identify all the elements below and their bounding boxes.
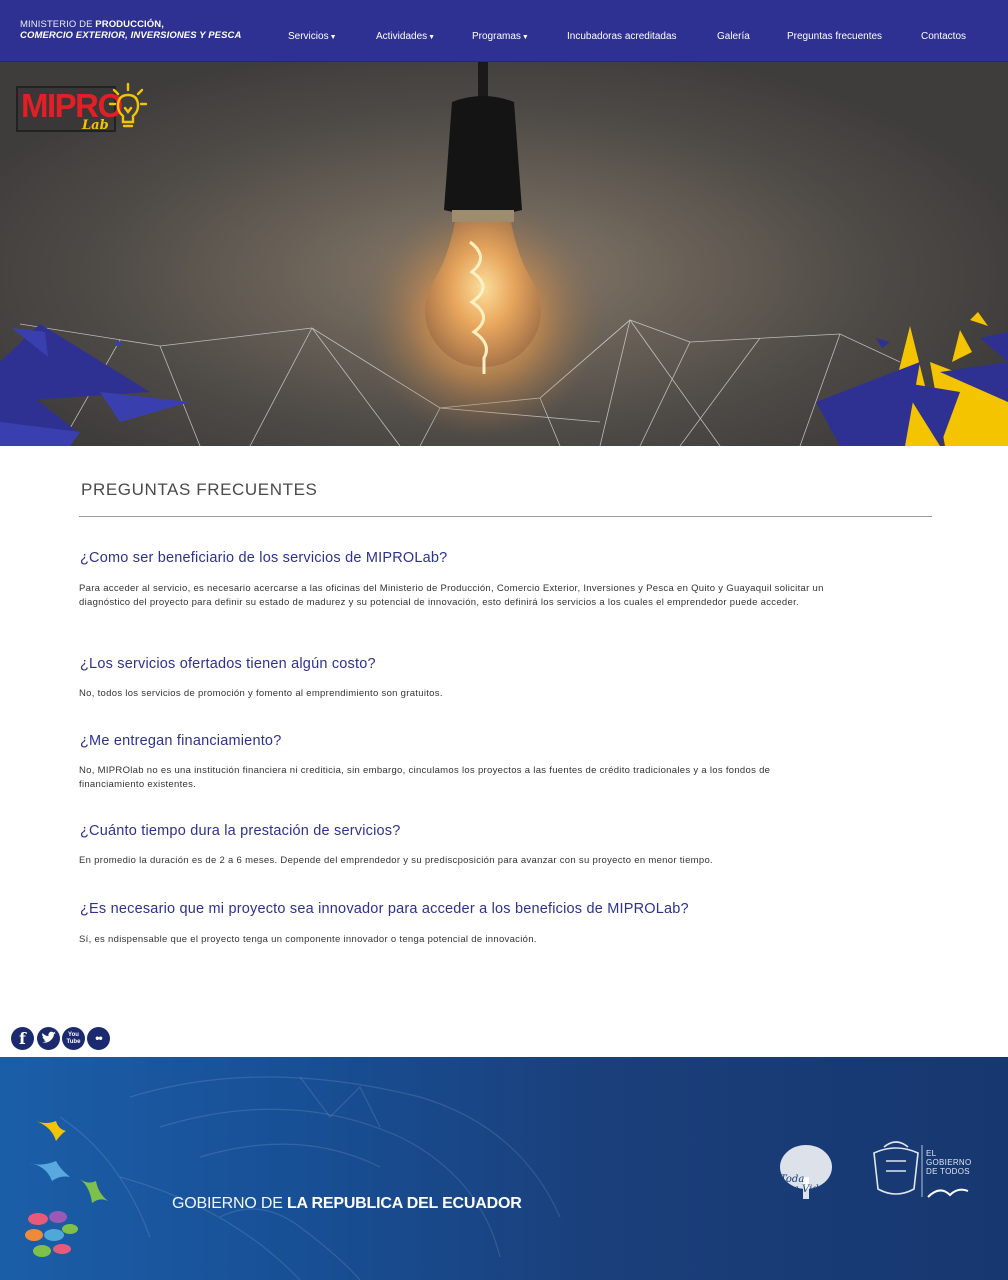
right-polygons bbox=[816, 312, 1008, 446]
chevron-down-icon: ▼ bbox=[521, 34, 529, 41]
top-header: MINISTERIO DE PRODUCCIÓN, COMERCIO EXTER… bbox=[0, 0, 1008, 62]
footer: GOBIERNO DE LA REPUBLICA DEL ECUADOR Tod… bbox=[0, 1057, 1008, 1280]
faq-question: ¿Como ser beneficiario de los servicios … bbox=[80, 550, 448, 566]
lightbulb-icon bbox=[108, 82, 148, 128]
faq-answer: Sí, es ndispensable que el proyecto teng… bbox=[79, 934, 537, 945]
chevron-down-icon: ▼ bbox=[329, 34, 337, 41]
left-polygons bbox=[0, 324, 190, 446]
faq-answer: Para acceder al servicio, es necesario a… bbox=[79, 583, 824, 608]
nav-item-servicios[interactable]: Servicios▼ bbox=[288, 31, 337, 42]
title-divider bbox=[79, 516, 932, 517]
nav-label: Actividades bbox=[376, 31, 428, 42]
nav-label: Servicios bbox=[288, 31, 329, 42]
nav-label: Contactos bbox=[921, 31, 967, 42]
faq-answer: No, todos los servicios de promoción y f… bbox=[79, 688, 443, 699]
toda-una-vida-logo[interactable]: Toda una Vida bbox=[780, 1175, 825, 1195]
faq-question: ¿Es necesario que mi proyecto sea innova… bbox=[80, 901, 689, 917]
faq-answer: No, MIPROlab no es una institución finan… bbox=[79, 765, 771, 790]
nav-label: Programas bbox=[472, 31, 521, 42]
facebook-icon[interactable]: f bbox=[11, 1027, 34, 1050]
nav-label: Incubadoras acreditadas bbox=[567, 31, 677, 42]
bulb-neck bbox=[452, 210, 514, 222]
nav-label: Galería bbox=[717, 31, 750, 42]
elgob-line1: EL bbox=[926, 1149, 937, 1158]
gobierno-de-todos-logo[interactable]: EL GOBIERNO DE TODOS bbox=[926, 1149, 972, 1176]
gobierno-republica-text: GOBIERNO DE LA REPUBLICA DEL ECUADOR bbox=[172, 1195, 522, 1213]
miprolab-logo[interactable]: MIPRO Lab bbox=[16, 82, 148, 138]
nav-label: Preguntas frecuentes bbox=[787, 31, 883, 42]
gov-text-strong: LA REPUBLICA DEL ECUADOR bbox=[286, 1195, 522, 1212]
gov-text-light: GOBIERNO DE bbox=[172, 1195, 287, 1212]
page-title: PREGUNTAS FRECUENTES bbox=[81, 480, 318, 499]
gobierno-swoosh bbox=[927, 1188, 969, 1198]
coat-of-arms-icon bbox=[873, 1141, 919, 1195]
logo-subtext: Lab bbox=[82, 118, 109, 133]
nav-item-programas[interactable]: Programas▼ bbox=[472, 31, 529, 42]
chevron-down-icon: ▼ bbox=[428, 34, 436, 41]
nav-item-preguntas[interactable]: Preguntas frecuentes bbox=[787, 31, 882, 42]
footer-watermark bbox=[25, 1076, 969, 1280]
flickr-icon[interactable]: •• bbox=[87, 1027, 110, 1050]
twitter-icon[interactable] bbox=[37, 1027, 60, 1050]
hero-illustration bbox=[0, 62, 1008, 446]
todo-line2: una Vida bbox=[780, 1184, 825, 1195]
elgob-line2: GOBIERNO bbox=[926, 1158, 972, 1167]
faq-question: ¿Me entregan financiamiento? bbox=[80, 733, 282, 749]
nav-item-contactos[interactable]: Contactos bbox=[921, 31, 966, 42]
faq-question: ¿Los servicios ofertados tienen algún co… bbox=[80, 656, 376, 672]
nav-item-actividades[interactable]: Actividades▼ bbox=[376, 31, 435, 42]
faq-question: ¿Cuánto tiempo dura la prestación de ser… bbox=[80, 823, 401, 839]
nav-item-incubadoras[interactable]: Incubadoras acreditadas bbox=[567, 31, 677, 42]
elgob-line3: DE TODOS bbox=[926, 1167, 970, 1176]
main-nav: Servicios▼ Actividades▼ Programas▼ Incub… bbox=[0, 0, 1008, 62]
hero-banner bbox=[0, 62, 1008, 446]
faq-answer: En promedio la duración es de 2 a 6 mese… bbox=[79, 855, 713, 866]
nav-item-galeria[interactable]: Galería bbox=[717, 31, 750, 42]
dove-cluster bbox=[25, 1121, 108, 1257]
youtube-icon[interactable]: You Tube bbox=[62, 1027, 85, 1050]
bulb-socket bbox=[444, 96, 522, 215]
